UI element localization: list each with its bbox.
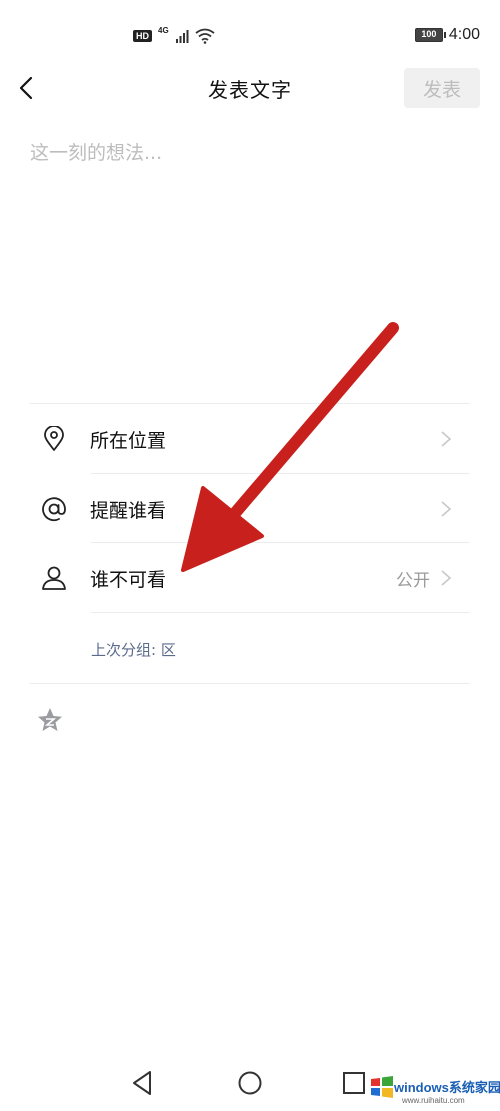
wifi-icon (195, 28, 215, 44)
chevron-right-icon (441, 570, 452, 586)
nav-back-icon[interactable] (128, 1068, 158, 1098)
divider (30, 683, 470, 684)
status-left: HD 4G (133, 25, 215, 44)
network-type: 4G (158, 25, 169, 35)
divider (91, 612, 470, 613)
remind-label: 提醒谁看 (90, 499, 167, 522)
chevron-right-icon (441, 501, 452, 517)
watermark-url: www.ruihaitu.com (402, 1096, 465, 1105)
windows-logo-icon (371, 1076, 393, 1098)
battery-icon: 100 (414, 28, 446, 42)
at-sign-icon (40, 495, 68, 523)
visibility-row[interactable]: 谁不可看 公开 (30, 543, 470, 613)
visibility-value: 公开 (396, 570, 430, 591)
location-pin-icon (40, 425, 68, 453)
watermark: windows系统家园 www.ruihaitu.com (368, 1068, 500, 1111)
signal-icon (175, 30, 189, 43)
location-label: 所在位置 (90, 429, 167, 452)
location-row[interactable]: 所在位置 (30, 404, 470, 474)
star-icon[interactable] (36, 706, 64, 734)
status-right: 100 4:00 (414, 26, 480, 44)
header: 发表文字 发表 (0, 60, 500, 116)
person-icon (40, 564, 68, 592)
nav-home-icon[interactable] (236, 1069, 264, 1097)
last-group-link[interactable]: 上次分组: 区 (91, 639, 176, 660)
chevron-right-icon (441, 431, 452, 447)
nav-recent-icon[interactable] (340, 1069, 368, 1097)
visibility-label: 谁不可看 (90, 568, 167, 591)
publish-button[interactable]: 发表 (404, 68, 480, 108)
hd-badge: HD (133, 30, 152, 42)
watermark-text: windows系统家园 (394, 1080, 500, 1095)
status-time: 4:00 (448, 26, 480, 43)
remind-row[interactable]: 提醒谁看 (30, 474, 470, 544)
compose-input[interactable] (30, 138, 470, 338)
status-bar: HD 4G 100 4:00 (0, 0, 500, 60)
